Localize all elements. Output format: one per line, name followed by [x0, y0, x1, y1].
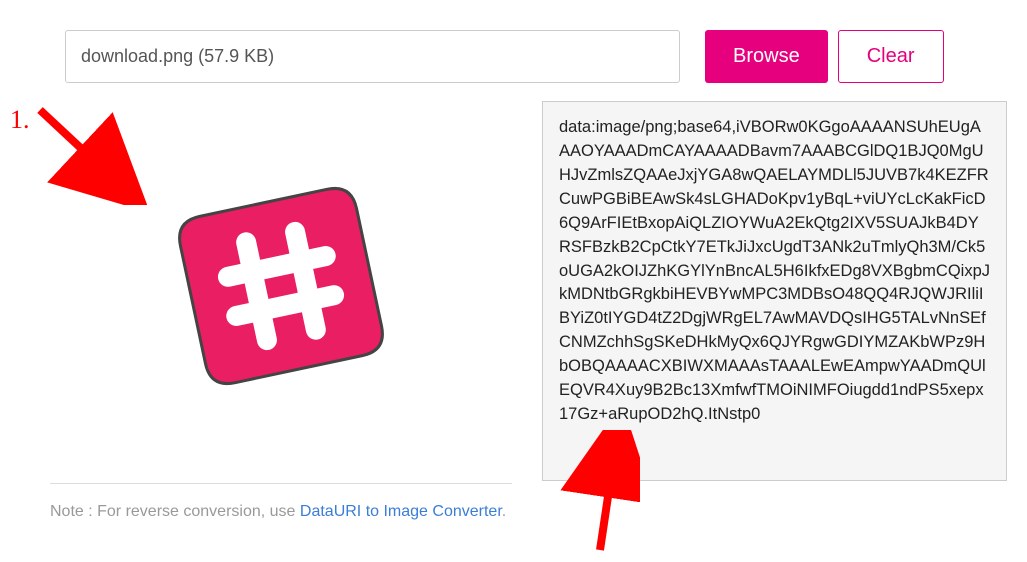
file-name-input[interactable]	[65, 30, 680, 83]
base64-output[interactable]	[542, 101, 1007, 481]
browse-button[interactable]: Browse	[705, 30, 828, 83]
image-preview	[50, 101, 512, 471]
clear-button[interactable]: Clear	[838, 30, 944, 83]
reverse-converter-link[interactable]: DataURI to Image Converter	[300, 503, 502, 520]
note-text: Note : For reverse conversion, use DataU…	[50, 498, 512, 527]
divider	[50, 483, 512, 484]
hashtag-logo-icon	[161, 166, 401, 406]
annotation-label-1: 1.	[10, 105, 30, 135]
